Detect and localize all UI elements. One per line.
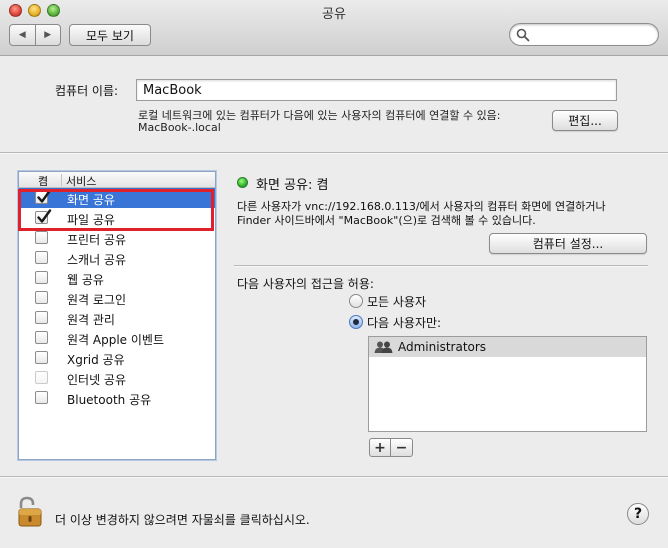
service-checkbox[interactable] xyxy=(35,189,52,204)
service-row[interactable]: 프린터 공유 xyxy=(19,228,215,248)
checkmark-icon xyxy=(37,209,52,223)
list-item[interactable]: Administrators xyxy=(369,337,646,357)
user-group-name: Administrators xyxy=(398,340,487,354)
service-row[interactable]: 인터넷 공유 xyxy=(19,368,215,388)
divider xyxy=(234,265,648,267)
show-all-button[interactable]: 모두 보기 xyxy=(69,24,151,46)
window-title: 공유 xyxy=(322,7,346,22)
divider xyxy=(0,476,668,478)
sharing-preferences-window: 공유 ◀ ▶ 모두 보기 컴퓨터 이름: MacBook 로컬 네트워크에 있는… xyxy=(0,0,668,548)
only-these-users-radio[interactable] xyxy=(349,315,363,329)
service-label: 웹 공유 xyxy=(67,273,104,287)
service-checkbox xyxy=(35,371,48,384)
computer-name-field[interactable]: MacBook xyxy=(136,79,617,101)
column-header-on[interactable]: 켬 xyxy=(38,173,48,189)
service-list-header: 켬 서비스 xyxy=(19,172,215,188)
search-icon xyxy=(516,28,530,42)
allowed-users-list: Administrators xyxy=(368,336,647,432)
service-checkbox[interactable] xyxy=(35,311,48,324)
service-checkbox[interactable] xyxy=(35,331,48,344)
service-checkbox[interactable] xyxy=(35,231,48,244)
column-divider xyxy=(61,174,62,186)
user-group-icon xyxy=(374,341,393,353)
service-checkbox[interactable] xyxy=(35,251,48,264)
service-label: 원격 Apple 이벤트 xyxy=(67,333,164,347)
service-rows: 화면 공유파일 공유프린터 공유스캐너 공유웹 공유원격 로그인원격 관리원격 … xyxy=(19,188,215,408)
service-row[interactable]: 웹 공유 xyxy=(19,268,215,288)
back-arrow-icon[interactable]: ◀ xyxy=(10,25,35,45)
service-label: 프린터 공유 xyxy=(67,233,127,247)
window-toolbar: 공유 ◀ ▶ 모두 보기 xyxy=(0,0,668,56)
service-row[interactable]: Xgrid 공유 xyxy=(19,348,215,368)
service-label: 인터넷 공유 xyxy=(67,373,127,387)
service-label: 원격 로그인 xyxy=(67,293,127,307)
service-row[interactable]: 원격 로그인 xyxy=(19,288,215,308)
service-checkbox[interactable] xyxy=(35,351,48,364)
service-label: 파일 공유 xyxy=(67,213,115,227)
forward-arrow-icon[interactable]: ▶ xyxy=(34,25,61,45)
service-checkbox[interactable] xyxy=(35,391,48,404)
computer-settings-button[interactable]: 컴퓨터 설정... xyxy=(489,233,647,254)
allow-access-label: 다음 사용자의 접근을 허용: xyxy=(237,277,374,291)
service-label: 화면 공유 xyxy=(67,193,115,207)
edit-button[interactable]: 편집... xyxy=(552,110,618,131)
back-forward-control: ◀ ▶ xyxy=(9,24,61,46)
service-description-line-2: Finder 사이드바에서 "MacBook"(으)로 검색해 볼 수 있습니다… xyxy=(237,214,536,227)
only-these-users-label[interactable]: 다음 사용자만: xyxy=(367,314,441,331)
service-checkbox[interactable] xyxy=(35,291,48,304)
computer-name-label: 컴퓨터 이름: xyxy=(55,84,119,98)
status-indicator-icon xyxy=(237,177,248,188)
search-field[interactable] xyxy=(509,23,659,46)
service-row[interactable]: 원격 Apple 이벤트 xyxy=(19,328,215,348)
service-checkbox[interactable] xyxy=(35,271,48,284)
all-users-radio[interactable] xyxy=(349,294,363,308)
all-users-label[interactable]: 모든 사용자 xyxy=(367,293,426,310)
service-checkbox[interactable] xyxy=(35,209,52,224)
service-row[interactable]: 파일 공유 xyxy=(19,208,215,228)
local-hostname: MacBook-.local xyxy=(138,121,221,134)
service-status-title: 화면 공유: 켬 xyxy=(256,178,329,193)
service-row[interactable]: Bluetooth 공유 xyxy=(19,388,215,408)
service-label: 스캐너 공유 xyxy=(67,253,127,267)
service-label: Xgrid 공유 xyxy=(67,353,125,367)
service-label: Bluetooth 공유 xyxy=(67,393,152,407)
checkmark-icon xyxy=(37,189,52,203)
remove-user-button[interactable]: − xyxy=(391,438,413,457)
service-row[interactable]: 원격 관리 xyxy=(19,308,215,328)
help-button[interactable]: ? xyxy=(627,503,649,525)
column-header-service[interactable]: 서비스 xyxy=(66,173,96,189)
service-list: 켬 서비스 화면 공유파일 공유프린터 공유스캐너 공유웹 공유원격 로그인원격… xyxy=(18,171,216,460)
unlocked-padlock-icon[interactable] xyxy=(17,496,43,528)
divider xyxy=(0,152,668,154)
lock-message: 더 이상 변경하지 않으려면 자물쇠를 클릭하십시오. xyxy=(55,513,310,527)
service-label: 원격 관리 xyxy=(67,313,115,327)
service-row[interactable]: 화면 공유 xyxy=(19,188,215,208)
service-row[interactable]: 스캐너 공유 xyxy=(19,248,215,268)
search-input[interactable] xyxy=(532,26,652,43)
add-user-button[interactable]: + xyxy=(369,438,391,457)
